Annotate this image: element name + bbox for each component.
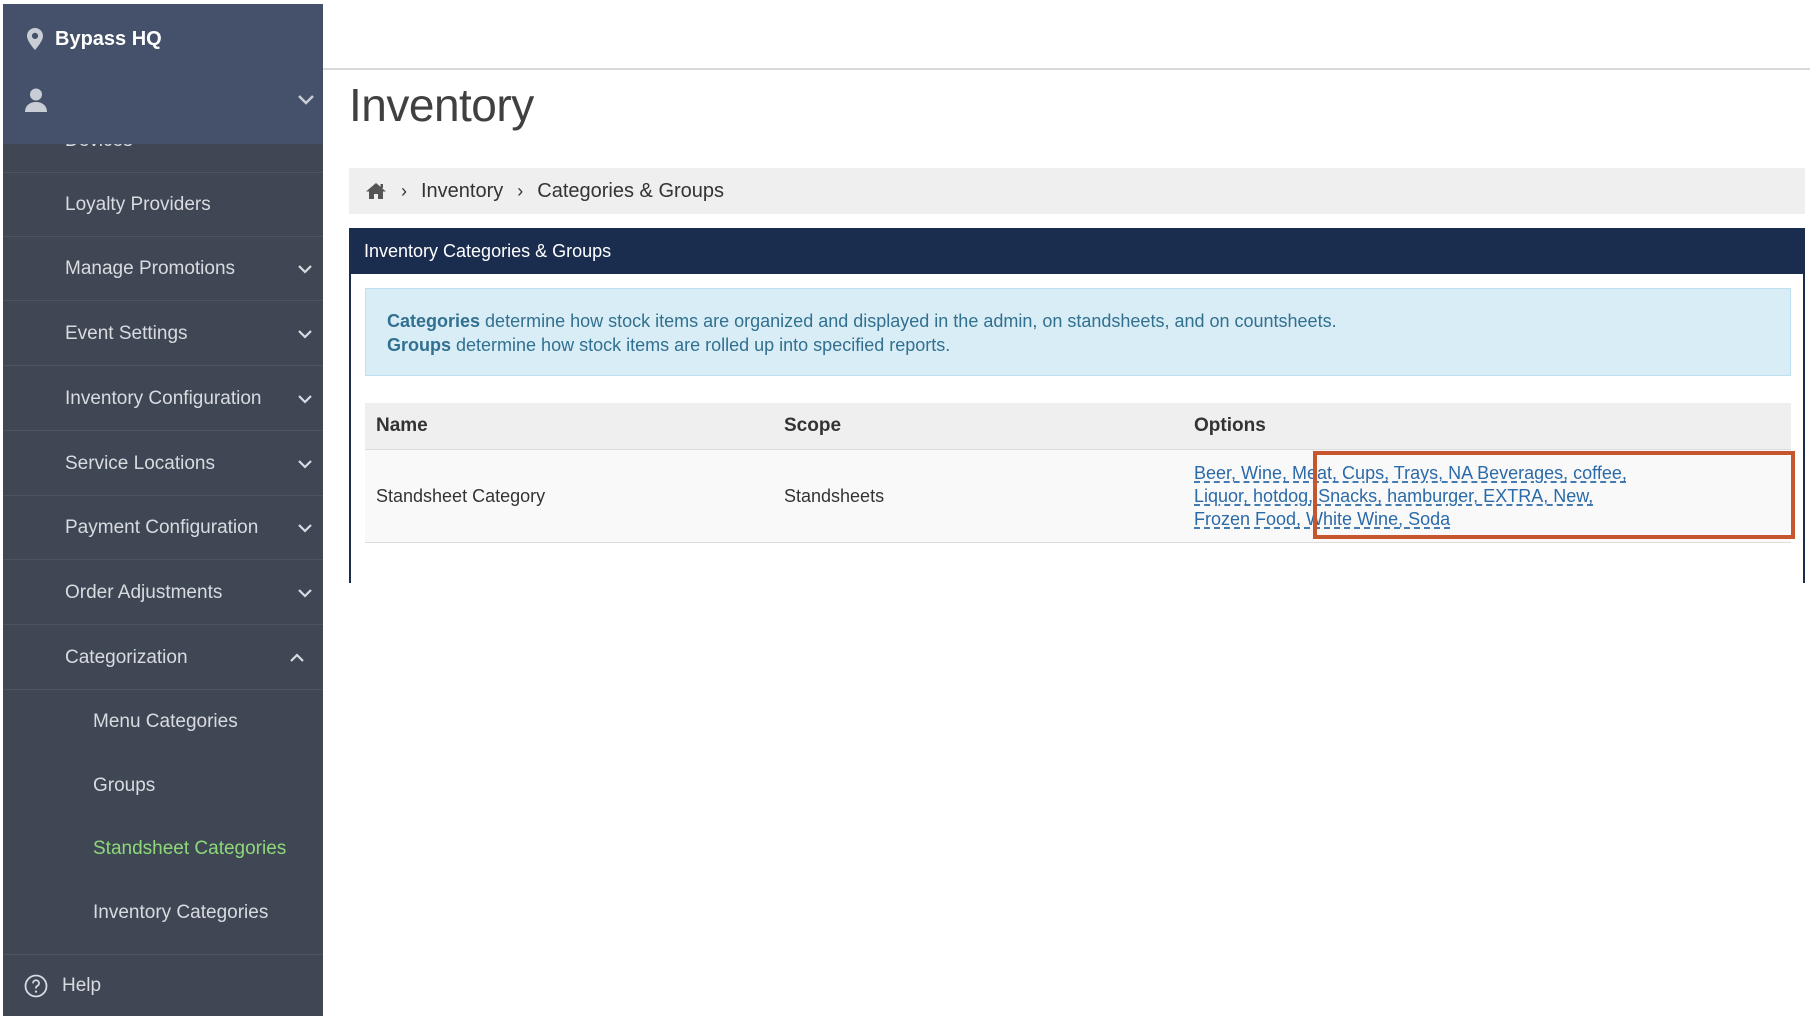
panel-title: Inventory Categories & Groups <box>364 240 612 261</box>
venue-selector[interactable]: Bypass HQ <box>27 26 162 52</box>
chevron-down-icon <box>295 454 315 474</box>
sidebar-item-label: Service Locations <box>65 452 215 474</box>
chevron-down-icon <box>295 259 315 279</box>
sidebar-item-label: Payment Configuration <box>65 516 259 538</box>
sidebar-item-label: Manage Promotions <box>65 257 236 279</box>
chevron-down-icon[interactable] <box>297 93 315 111</box>
breadcrumb-separator-icon: › <box>517 180 524 201</box>
sidebar-item-service-locations[interactable]: Service Locations <box>3 432 323 496</box>
cell-name: Standsheet Category <box>365 449 773 543</box>
sidebar-item-label: Event Settings <box>65 322 188 344</box>
venue-name: Bypass HQ <box>55 27 162 50</box>
chevron-down-icon <box>295 389 315 409</box>
options-editable-link[interactable]: Beer, Wine, Meat, Cups, Trays, NA Bevera… <box>1194 462 1654 531</box>
sidebar-item-inventory-configuration[interactable]: Inventory Configuration <box>3 367 323 431</box>
sidebar-item-event-settings[interactable]: Event Settings <box>3 302 323 366</box>
sidebar-item-categorization[interactable]: Categorization <box>3 626 323 690</box>
breadcrumb-separator-icon: › <box>401 180 407 201</box>
sidebar-item-inventory-categories[interactable]: Inventory Categories <box>3 881 323 945</box>
sidebar-item-label: Inventory Configuration <box>65 387 262 409</box>
sidebar-item-label: Menu Categories <box>93 711 238 732</box>
sidebar-item-loyalty-providers[interactable]: Loyalty Providers <box>3 173 323 237</box>
help-label: Help <box>62 975 102 996</box>
sidebar-item-menu-categories[interactable]: Menu Categories <box>3 690 323 754</box>
info-text-categories: determine how stock items are organized … <box>480 311 1337 331</box>
info-text-groups: determine how stock items are rolled up … <box>451 335 951 355</box>
sidebar-item-groups[interactable]: Groups <box>3 754 323 818</box>
home-icon[interactable] <box>365 182 387 200</box>
breadcrumb-inventory[interactable]: Inventory <box>421 180 503 203</box>
chevron-down-icon <box>295 518 315 538</box>
sidebar-item-manage-promotions[interactable]: Manage Promotions <box>3 237 323 301</box>
info-term-groups: Groups <box>387 335 452 355</box>
sidebar-header: Bypass HQ <box>3 4 323 144</box>
breadcrumb: › Inventory › Categories & Groups <box>349 168 1805 214</box>
chevron-up-icon <box>287 648 307 668</box>
help-circle-icon <box>24 974 48 998</box>
user-icon <box>25 88 47 117</box>
column-header-options: Options <box>1183 403 1791 450</box>
sidebar-item-standsheet-categories[interactable]: Standsheet Categories <box>3 817 323 881</box>
sidebar-item-label: Groups <box>93 775 156 796</box>
info-alert: Categories determine how stock items are… <box>365 288 1791 376</box>
chevron-down-icon <box>295 324 315 344</box>
info-line-categories: Categories determine how stock items are… <box>387 309 1790 333</box>
user-menu[interactable] <box>25 84 315 120</box>
info-line-groups: Groups determine how stock items are rol… <box>387 333 1790 357</box>
sidebar-item-label: Loyalty Providers <box>65 193 211 215</box>
breadcrumb-categories-groups: Categories & Groups <box>537 179 725 202</box>
sidebar-item-label: Inventory Categories <box>93 902 269 923</box>
top-bar <box>323 0 1810 70</box>
sidebar-item-order-adjustments[interactable]: Order Adjustments <box>3 561 323 625</box>
categories-groups-panel: Inventory Categories & Groups Categories… <box>349 228 1805 583</box>
table-header-row: Name Scope Options <box>365 403 1791 450</box>
panel-header: Inventory Categories & Groups <box>349 228 1805 274</box>
cell-options: Beer, Wine, Meat, Cups, Trays, NA Bevera… <box>1183 449 1791 543</box>
sidebar-item-payment-configuration[interactable]: Payment Configuration <box>3 496 323 560</box>
column-header-scope: Scope <box>773 403 1183 450</box>
sidebar: Bypass HQ Devices Loyalty Providers Mana… <box>3 4 323 1016</box>
sidebar-item-label: Standsheet Categories <box>93 838 287 859</box>
sidebar-item-label: Categorization <box>65 646 188 668</box>
cell-scope: Standsheets <box>773 449 1183 543</box>
table-row: Standsheet Category Standsheets Beer, Wi… <box>365 449 1791 543</box>
column-header-name: Name <box>365 403 773 450</box>
info-term-categories: Categories <box>387 311 481 331</box>
categories-table: Name Scope Options Standsheet Category S… <box>365 403 1791 543</box>
chevron-down-icon <box>295 583 315 603</box>
sidebar-item-label: Order Adjustments <box>65 581 223 603</box>
sidebar-help[interactable]: Help <box>3 954 323 1016</box>
page-title: Inventory <box>349 79 534 131</box>
location-pin-icon <box>27 28 43 50</box>
